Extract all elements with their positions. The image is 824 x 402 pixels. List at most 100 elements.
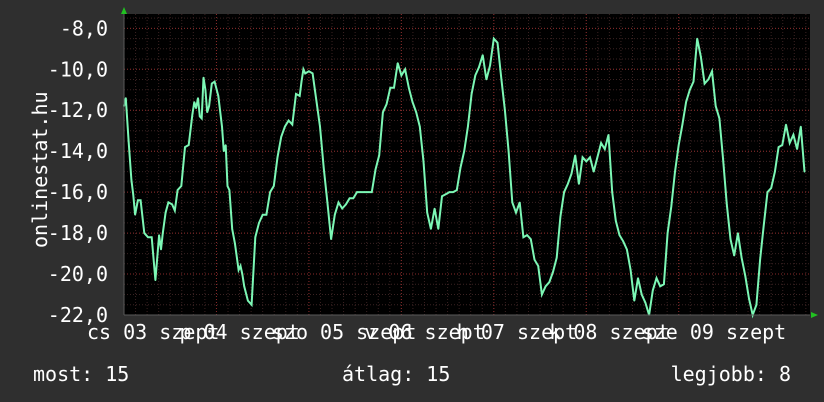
data-point: [441, 195, 443, 197]
data-point: [315, 99, 318, 101]
data-point: [504, 109, 506, 111]
data-point: [226, 185, 229, 187]
data-point: [729, 238, 732, 240]
data-point: [265, 213, 268, 216]
data-point: [681, 123, 684, 126]
data-point: [426, 211, 429, 214]
data-point: [622, 240, 624, 243]
data-point: [291, 123, 294, 126]
x-axis-tick-labels: cs 03 szeptp 04 szeptszo 05 szeptv 06 sz…: [87, 320, 786, 344]
data-point: [711, 70, 713, 73]
data-point: [363, 191, 366, 193]
data-point: [600, 142, 602, 144]
data-point: [722, 158, 724, 161]
data-point: [204, 89, 207, 91]
x-tick-label: sze 09 szept: [642, 320, 787, 344]
data-point: [367, 191, 369, 193]
data-point: [158, 234, 160, 236]
data-point: [703, 82, 706, 85]
data-point: [663, 283, 665, 286]
data-point: [211, 82, 213, 85]
data-point: [258, 222, 260, 224]
data-point: [330, 238, 332, 240]
current-value-label: most: 15: [33, 362, 130, 386]
data-point: [311, 72, 314, 75]
data-point: [371, 191, 373, 193]
data-point: [803, 170, 806, 173]
data-point: [552, 271, 554, 273]
data-point: [137, 199, 139, 202]
y-tick-label: -18,0: [48, 221, 108, 245]
data-point: [452, 191, 454, 193]
data-point: [567, 183, 569, 185]
data-point: [604, 148, 606, 150]
y-tick-label: -8,0: [60, 16, 108, 40]
data-point: [685, 101, 687, 103]
data-point: [167, 201, 170, 204]
data-point: [689, 89, 691, 91]
y-tick-label: -16,0: [48, 180, 108, 204]
data-point: [515, 211, 517, 214]
data-point: [500, 76, 503, 79]
temperature-chart: -8,0-10,0-12,0-14,0-16,0-18,0-20,0-22,0 …: [48, 7, 818, 344]
average-value-label: átlag: 15: [342, 362, 451, 386]
data-point: [467, 125, 469, 128]
data-point: [385, 103, 388, 105]
data-point: [670, 205, 673, 208]
data-point: [470, 93, 473, 95]
y-axis-tick-labels: -8,0-10,0-12,0-14,0-16,0-18,0-20,0-22,0: [48, 16, 108, 327]
data-point: [777, 146, 780, 148]
data-point: [677, 144, 680, 146]
data-point: [234, 242, 236, 245]
data-point: [459, 166, 462, 169]
data-point: [334, 213, 336, 216]
data-point: [171, 203, 173, 206]
data-point: [578, 183, 580, 185]
data-point: [300, 80, 303, 83]
data-point: [154, 279, 157, 282]
data-point: [518, 201, 521, 204]
data-point: [224, 144, 227, 146]
y-tick-label: -14,0: [48, 139, 108, 163]
data-point: [478, 66, 480, 68]
data-point: [733, 254, 735, 257]
data-point: [696, 37, 698, 40]
data-point: [726, 203, 728, 206]
data-point: [147, 236, 149, 238]
data-point: [134, 213, 136, 216]
data-point: [585, 160, 588, 163]
data-point: [261, 213, 264, 216]
data-point: [295, 93, 297, 95]
data-point: [526, 234, 528, 236]
data-point: [164, 211, 167, 214]
data-point: [237, 269, 240, 271]
data-point: [707, 78, 710, 81]
data-point: [659, 285, 661, 288]
data-point: [611, 191, 613, 193]
data-point: [130, 179, 133, 181]
x-axis-arrow-icon: [811, 312, 818, 318]
data-point: [304, 72, 307, 75]
data-point: [615, 220, 617, 222]
data-point: [298, 95, 301, 97]
data-point: [162, 232, 164, 234]
data-point: [770, 187, 772, 189]
data-point: [666, 232, 669, 234]
data-point: [247, 299, 249, 302]
data-point: [589, 156, 591, 159]
data-point: [195, 107, 197, 109]
data-point: [530, 238, 532, 240]
data-point: [404, 68, 406, 71]
data-point: [280, 136, 283, 138]
data-point: [176, 189, 179, 191]
data-point: [125, 97, 127, 99]
data-point: [437, 228, 440, 230]
data-point: [766, 191, 769, 193]
data-point: [184, 146, 186, 148]
data-point: [559, 215, 562, 218]
data-point: [607, 134, 610, 136]
data-point: [352, 197, 355, 200]
data-point: [208, 105, 210, 107]
data-point: [191, 113, 194, 116]
data-point: [444, 193, 447, 195]
